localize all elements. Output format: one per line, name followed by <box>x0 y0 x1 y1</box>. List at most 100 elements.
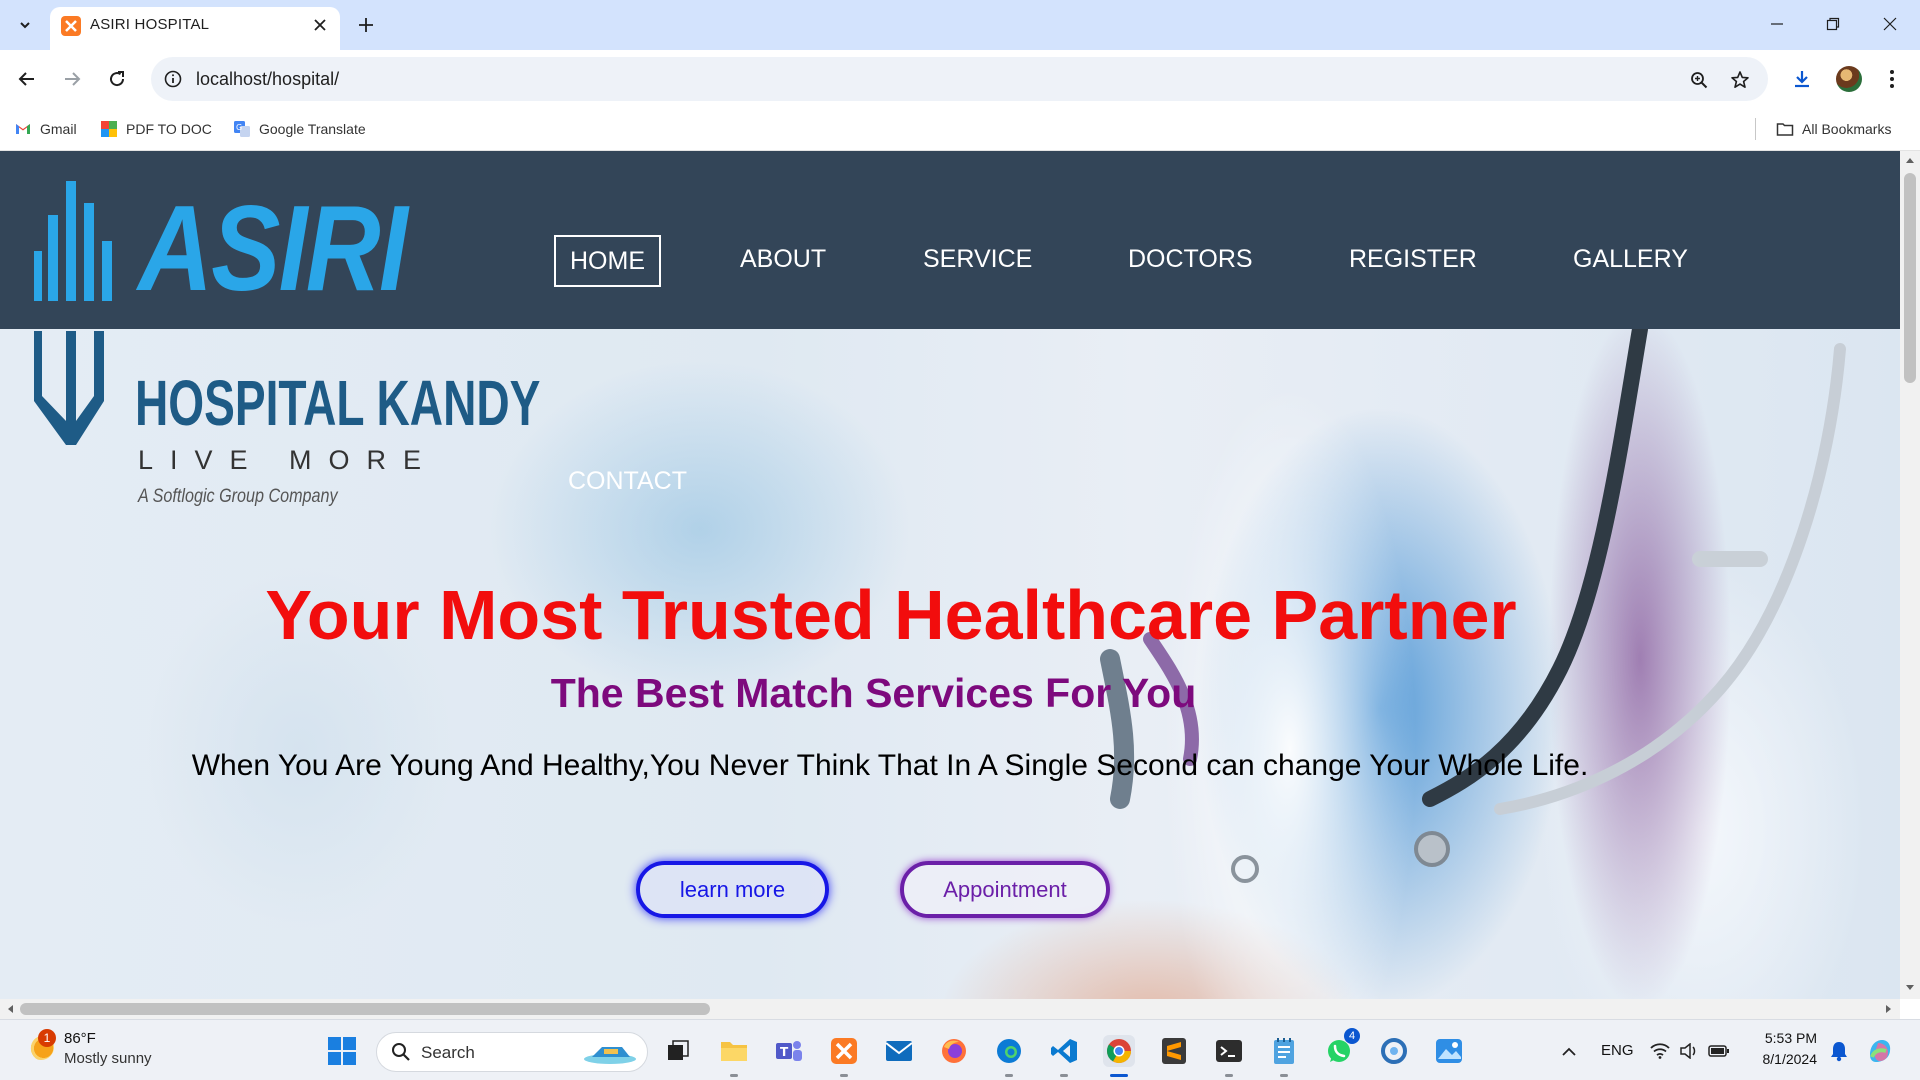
running-indicator <box>1005 1074 1013 1077</box>
search-highlight-icon <box>584 1047 636 1064</box>
taskbar-edge[interactable] <box>993 1035 1025 1067</box>
nav-service[interactable]: SERVICE <box>909 235 1046 283</box>
pdf-to-doc-icon <box>101 121 117 137</box>
reload-button[interactable] <box>102 64 132 94</box>
minimize-button[interactable] <box>1757 8 1797 40</box>
close-icon <box>314 19 326 31</box>
taskbar-copilot[interactable] <box>1864 1035 1896 1067</box>
browser-toolbar: localhost/hospital/ <box>0 50 1920 108</box>
folder-icon <box>721 1042 747 1061</box>
all-bookmarks-label: All Bookmarks <box>1802 121 1892 137</box>
nav-about[interactable]: ABOUT <box>726 235 840 283</box>
task-view-button[interactable] <box>662 1035 694 1067</box>
kebab-menu-icon <box>1890 70 1894 88</box>
bookmark-star-button[interactable] <box>1727 67 1753 93</box>
scroll-left-icon[interactable] <box>3 1002 17 1016</box>
firefox-icon <box>942 1039 966 1063</box>
bookmark-pdf-to-doc[interactable]: PDF TO DOC <box>100 117 212 141</box>
taskbar-sublime-text[interactable] <box>1158 1035 1190 1067</box>
edge-icon <box>997 1039 1021 1063</box>
google-translate-icon: G <box>234 121 250 137</box>
gmail-icon <box>16 124 30 134</box>
taskbar-terminal[interactable] <box>1213 1035 1245 1067</box>
address-bar[interactable]: localhost/hospital/ <box>151 57 1768 101</box>
all-bookmarks-button[interactable]: All Bookmarks <box>1776 117 1891 141</box>
copilot-icon <box>1870 1040 1891 1062</box>
vscode-icon <box>1051 1039 1077 1063</box>
forward-button[interactable] <box>57 64 87 94</box>
logo-subtitle: HOSPITAL KANDY <box>135 367 541 439</box>
weather-description[interactable]: Mostly sunny <box>64 1050 152 1067</box>
url-text[interactable]: localhost/hospital/ <box>196 69 339 90</box>
chrome-menu-button[interactable] <box>1877 64 1907 94</box>
horizontal-scroll-thumb[interactable] <box>20 1003 710 1015</box>
show-hidden-icons-button[interactable] <box>1553 1036 1585 1068</box>
start-button[interactable] <box>328 1037 356 1065</box>
running-indicator <box>1225 1074 1233 1077</box>
asiri-hospital-logo[interactable]: ASIRI HOSPITAL KANDY LIVE MORE A Softlog… <box>34 181 540 511</box>
horizontal-scrollbar[interactable] <box>0 999 1900 1019</box>
zoom-icon <box>1691 72 1708 89</box>
taskbar-photos[interactable] <box>1433 1035 1465 1067</box>
taskbar-notepad[interactable] <box>1268 1035 1300 1067</box>
bookmarks-bar: Gmail PDF TO DOC G Google Translate All … <box>0 108 1920 151</box>
bookmarks-divider <box>1755 118 1756 140</box>
volume-icon <box>1680 1043 1696 1059</box>
system-tray[interactable] <box>1650 1040 1740 1062</box>
taskbar-teams[interactable]: T <box>773 1035 805 1067</box>
taskbar-file-explorer[interactable] <box>718 1035 750 1067</box>
restore-icon <box>1826 17 1840 31</box>
task-view-icon <box>668 1040 689 1060</box>
search-icon <box>392 1043 410 1061</box>
tab-close-button[interactable] <box>308 13 332 37</box>
arrow-left-icon <box>18 72 34 86</box>
new-tab-button[interactable] <box>352 11 380 39</box>
bookmark-google-translate[interactable]: G Google Translate <box>233 117 366 141</box>
taskbar-firefox[interactable] <box>938 1035 970 1067</box>
teams-icon: T <box>776 1041 802 1061</box>
taskbar-search[interactable]: Search <box>376 1032 648 1072</box>
scroll-down-icon[interactable] <box>1903 981 1917 995</box>
folder-icon <box>1776 123 1794 136</box>
notepad-icon <box>1274 1038 1294 1064</box>
tab-title: ASIRI HOSPITAL <box>90 16 210 33</box>
site-info-button[interactable] <box>162 68 184 90</box>
nav-gallery[interactable]: GALLERY <box>1559 235 1702 283</box>
vertical-scroll-thumb[interactable] <box>1904 173 1916 383</box>
restore-button[interactable] <box>1813 8 1853 40</box>
xampp-favicon-icon <box>61 16 81 36</box>
bookmark-label: Gmail <box>40 121 77 137</box>
nav-contact[interactable]: CONTACT <box>568 467 687 496</box>
nav-home[interactable]: HOME <box>554 235 661 287</box>
profile-avatar[interactable] <box>1836 66 1862 92</box>
back-button[interactable] <box>12 64 42 94</box>
taskbar-mail[interactable] <box>883 1035 915 1067</box>
tab-search-button[interactable] <box>11 11 39 39</box>
downloads-button[interactable] <box>1787 64 1817 94</box>
clock-date[interactable]: 8/1/2024 <box>1745 1051 1818 1067</box>
learn-more-button[interactable]: learn more <box>636 861 829 918</box>
copilot-circle-icon <box>1381 1038 1407 1064</box>
nav-register[interactable]: REGISTER <box>1335 235 1491 283</box>
taskbar-vscode[interactable] <box>1048 1035 1080 1067</box>
appointment-button[interactable]: Appointment <box>900 861 1110 918</box>
chevron-down-icon <box>20 22 30 29</box>
taskbar-app-circle[interactable] <box>1378 1035 1410 1067</box>
language-indicator[interactable]: ENG <box>1601 1042 1634 1059</box>
terminal-icon <box>1216 1040 1242 1062</box>
bookmark-gmail[interactable]: Gmail <box>14 117 77 141</box>
active-app-indicator <box>1110 1074 1128 1077</box>
weather-badge: 1 <box>38 1029 56 1047</box>
scroll-right-icon[interactable] <box>1882 1002 1896 1016</box>
bookmark-label: PDF TO DOC <box>126 121 212 137</box>
notifications-button[interactable] <box>1823 1035 1855 1067</box>
vertical-scrollbar[interactable] <box>1900 151 1920 999</box>
weather-temperature[interactable]: 86°F <box>64 1030 96 1047</box>
taskbar-chrome[interactable] <box>1103 1035 1135 1067</box>
zoom-button[interactable] <box>1686 67 1712 93</box>
nav-doctors[interactable]: DOCTORS <box>1114 235 1267 283</box>
clock-time[interactable]: 5:53 PM <box>1755 1030 1817 1046</box>
scroll-up-icon[interactable] <box>1903 153 1917 167</box>
window-close-button[interactable] <box>1870 8 1910 40</box>
taskbar-xampp[interactable] <box>828 1035 860 1067</box>
